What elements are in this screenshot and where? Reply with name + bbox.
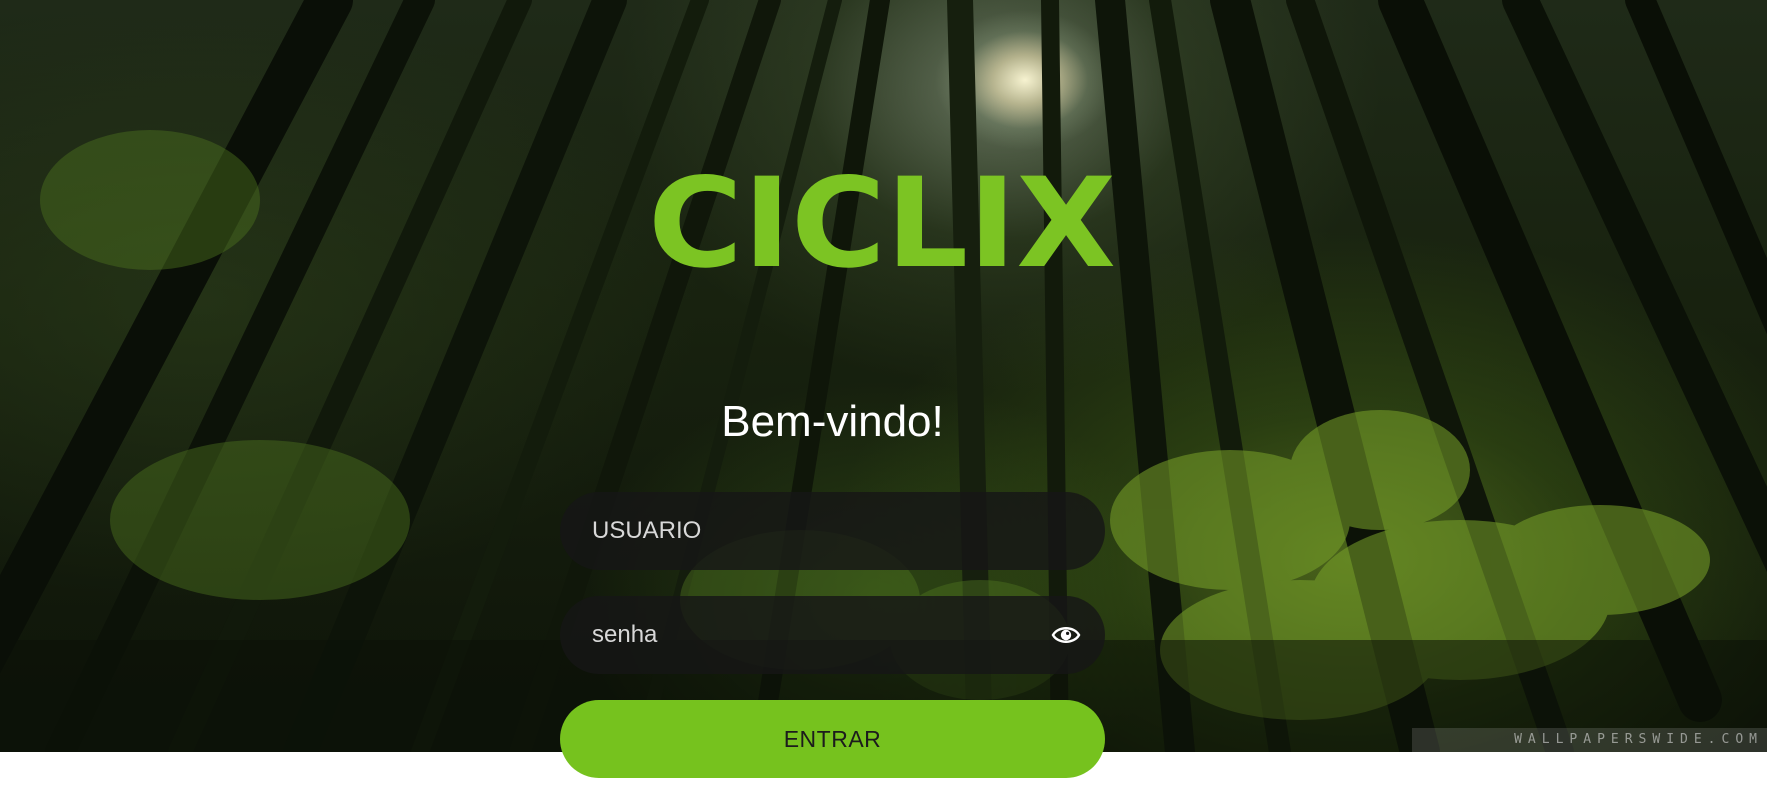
login-page: WALLPAPERSWIDE.COM CICLIX Bem-vindo! ENT… xyxy=(0,0,1767,791)
svg-text:CICLIX: CICLIX xyxy=(648,158,1116,278)
password-field[interactable] xyxy=(560,596,1105,674)
username-input[interactable] xyxy=(592,492,1012,570)
eye-icon[interactable] xyxy=(1051,622,1081,648)
welcome-heading: Bem-vindo! xyxy=(721,397,944,446)
username-field[interactable] xyxy=(560,492,1105,570)
watermark: WALLPAPERSWIDE.COM xyxy=(1412,728,1767,752)
ciclix-logo: CICLIX xyxy=(648,158,1116,278)
password-input[interactable] xyxy=(592,596,1012,674)
login-button[interactable]: ENTRAR xyxy=(560,700,1105,778)
